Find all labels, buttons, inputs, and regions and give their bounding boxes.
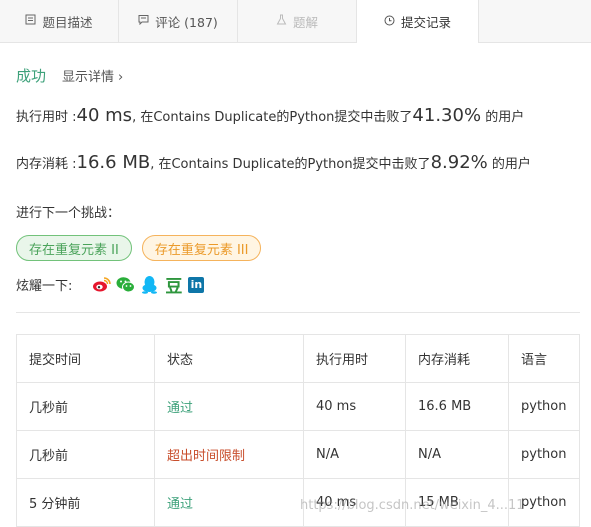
table-row: 几秒前 通过 40 ms 16.6 MB python xyxy=(16,382,580,431)
flask-icon xyxy=(276,14,287,28)
weibo-icon[interactable] xyxy=(92,275,112,294)
table-row: 几秒前 超出时间限制 N/A N/A python xyxy=(16,430,580,479)
challenge-contains-duplicate-iii[interactable]: 存在重复元素 III xyxy=(141,235,262,261)
runtime-stat: 执行用时 :40 ms, 在Contains Duplicate的Python提… xyxy=(16,105,524,126)
show-details-link[interactable]: 显示详情 › xyxy=(62,66,123,85)
share-row: 炫耀一下: 豆 in xyxy=(16,275,205,297)
col-memory: 内存消耗 xyxy=(405,334,509,383)
tab-description[interactable]: 题目描述 xyxy=(0,0,119,42)
linkedin-icon[interactable]: in xyxy=(188,276,205,293)
challenge-contains-duplicate-ii[interactable]: 存在重复元素 II xyxy=(16,235,132,261)
next-challenges: 存在重复元素 II 存在重复元素 III xyxy=(16,235,262,261)
cell-memory: 16.6 MB xyxy=(405,382,509,431)
wechat-icon[interactable] xyxy=(116,275,136,294)
status-success: 成功 xyxy=(16,67,47,85)
details-label: 显示详情 xyxy=(62,70,115,85)
qq-icon[interactable] xyxy=(140,275,159,294)
cell-time: 5 分钟前 xyxy=(16,478,155,527)
tab-label: 评论 (187) xyxy=(155,14,218,30)
cell-memory: N/A xyxy=(405,430,509,479)
cell-runtime: N/A xyxy=(303,430,406,479)
runtime-label: 执行用时 : xyxy=(16,110,77,125)
tab-label: 提交记录 xyxy=(400,15,451,30)
runtime-text: , 在Contains Duplicate的Python提交中击败了 xyxy=(132,110,413,125)
runtime-percentile: 41.30% xyxy=(412,105,482,126)
result-row: 成功 显示详情 › xyxy=(16,65,123,86)
memory-text: , 在Contains Duplicate的Python提交中击败了 xyxy=(150,157,431,172)
col-runtime: 执行用时 xyxy=(303,334,406,383)
runtime-suffix: 的用户 xyxy=(481,110,525,125)
memory-suffix: 的用户 xyxy=(487,157,531,172)
share-label: 炫耀一下: xyxy=(16,279,73,294)
next-challenge-heading: 进行下一个挑战： xyxy=(16,206,121,221)
memory-stat: 内存消耗 :16.6 MB, 在Contains Duplicate的Pytho… xyxy=(16,152,531,173)
cell-status-link[interactable]: 超出时间限制 xyxy=(154,430,304,479)
document-icon xyxy=(25,14,36,28)
share-icons: 豆 in xyxy=(92,275,205,297)
cell-language: python xyxy=(508,430,580,479)
col-language: 语言 xyxy=(508,334,580,383)
tab-submissions[interactable]: 提交记录 xyxy=(357,0,479,43)
col-submit-time: 提交时间 xyxy=(16,334,155,383)
tab-label: 题解 xyxy=(292,14,318,30)
watermark: https://blog.csdn.net/weixin_4...11 xyxy=(300,498,525,513)
memory-value: 16.6 MB xyxy=(76,152,151,173)
cell-time: 几秒前 xyxy=(16,382,155,431)
cell-status-link[interactable]: 通过 xyxy=(154,382,304,431)
douban-icon[interactable]: 豆 xyxy=(164,275,183,297)
table-header-row: 提交时间 状态 执行用时 内存消耗 语言 xyxy=(16,334,580,383)
cell-time: 几秒前 xyxy=(16,430,155,479)
comment-icon xyxy=(138,14,149,28)
memory-label: 内存消耗 : xyxy=(16,157,77,172)
tab-label: 题目描述 xyxy=(42,14,93,30)
clock-icon xyxy=(384,15,395,29)
tab-bar: 题目描述 评论 (187) 题解 提交记录 xyxy=(0,0,591,43)
tab-comments[interactable]: 评论 (187) xyxy=(119,0,238,42)
memory-percentile: 8.92% xyxy=(430,152,488,173)
cell-runtime: 40 ms xyxy=(303,382,406,431)
runtime-value: 40 ms xyxy=(76,105,133,126)
col-status: 状态 xyxy=(154,334,304,383)
divider xyxy=(16,312,580,313)
cell-language: python xyxy=(508,382,580,431)
chevron-right-icon: › xyxy=(118,70,124,85)
cell-status-link[interactable]: 通过 xyxy=(154,478,304,527)
tab-solutions[interactable]: 题解 xyxy=(238,0,357,42)
